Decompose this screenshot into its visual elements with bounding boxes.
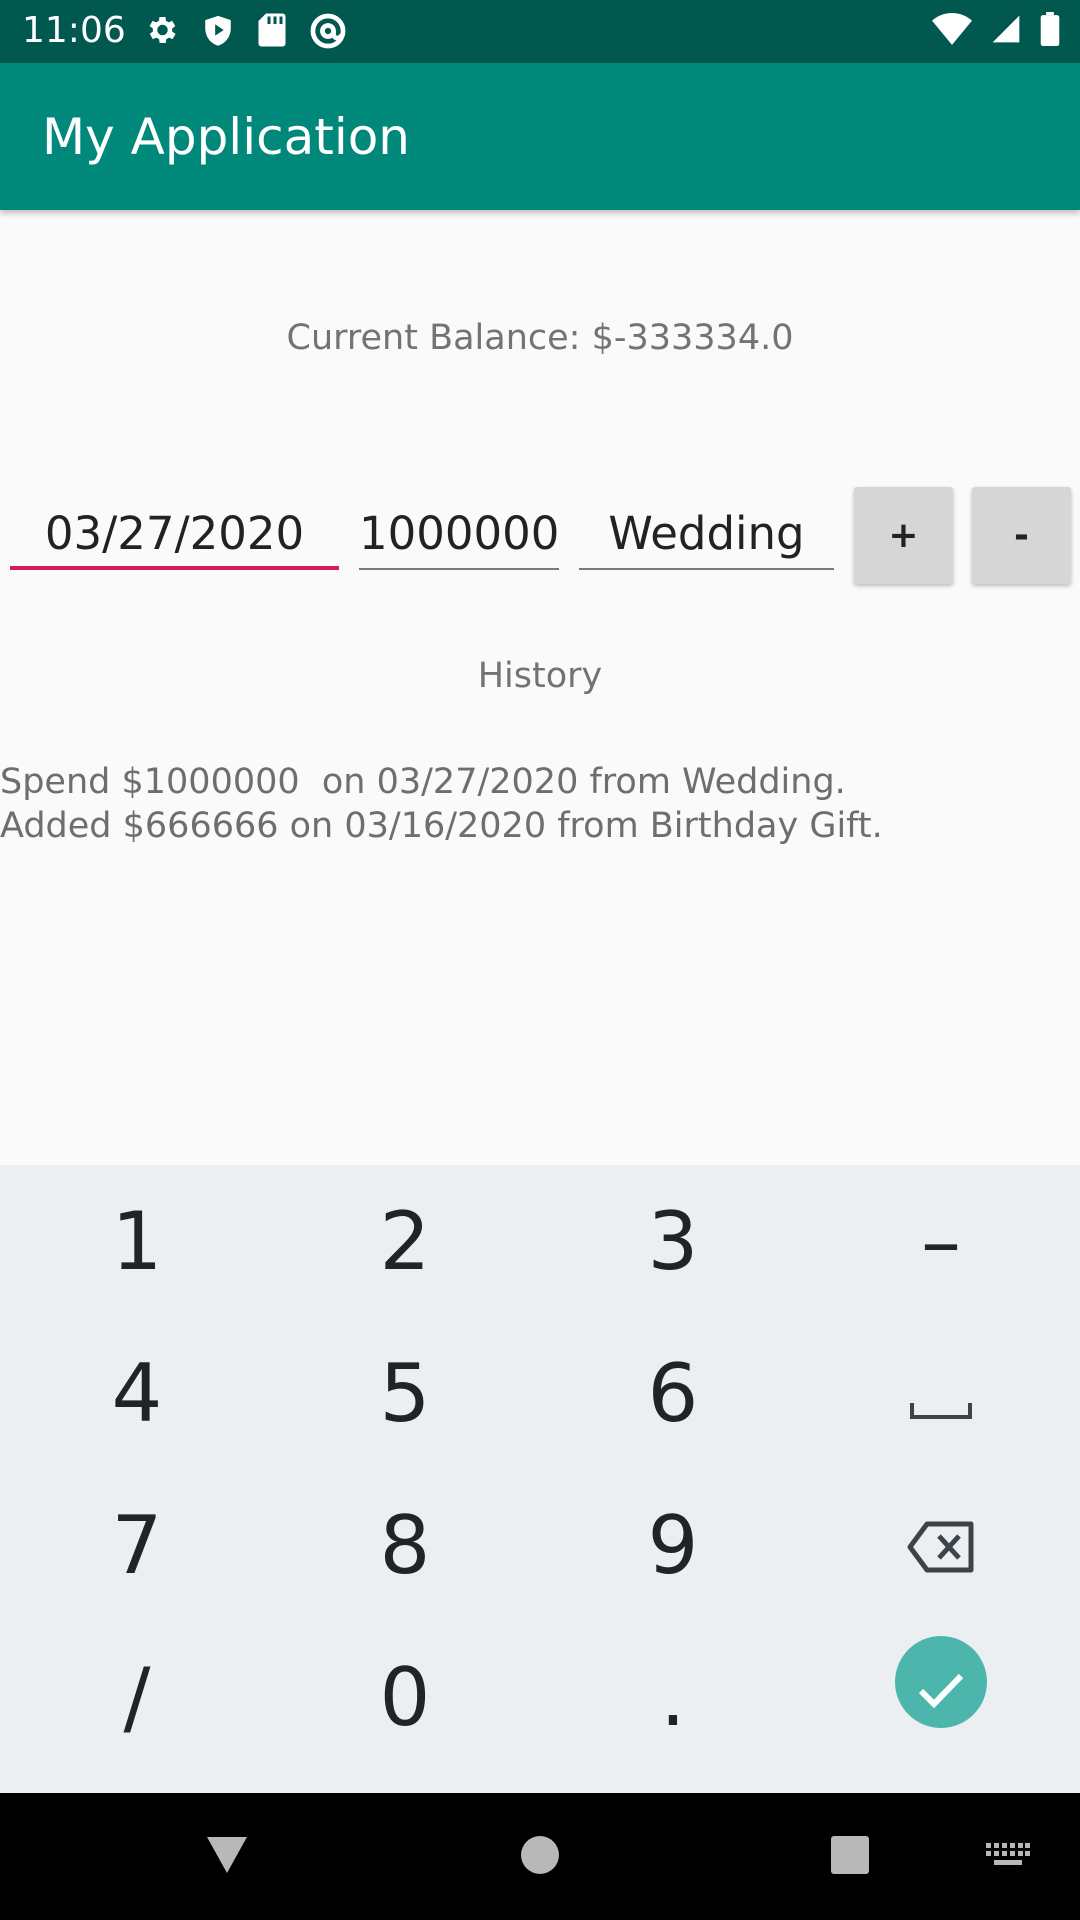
history-heading: History	[477, 656, 603, 696]
key-dash[interactable]: –	[806, 1165, 1076, 1317]
subtract-button[interactable]: -	[972, 487, 1071, 584]
key-backspace[interactable]	[806, 1469, 1076, 1621]
key-7[interactable]: 7	[2, 1469, 272, 1621]
history-item: Spend $1000000 on 03/27/2020 from Weddin…	[0, 762, 846, 802]
keyboard-switch-icon[interactable]	[986, 1843, 1030, 1873]
current-balance: Current Balance: $-333334.0	[286, 318, 794, 358]
enter-button[interactable]	[895, 1636, 987, 1728]
key-0[interactable]: 0	[270, 1621, 540, 1773]
cell-signal-icon	[990, 13, 1022, 49]
sd-card-icon	[257, 12, 287, 54]
navigation-bar	[0, 1793, 1080, 1920]
key-5[interactable]: 5	[270, 1317, 540, 1469]
amount-field[interactable]: 1000000	[359, 498, 559, 570]
shield-icon	[201, 12, 235, 54]
key-6[interactable]: 6	[538, 1317, 808, 1469]
key-space[interactable]	[806, 1317, 1076, 1469]
check-icon	[917, 1636, 965, 1729]
wifi-icon	[932, 13, 972, 49]
history-item: Added $666666 on 03/16/2020 from Birthda…	[0, 806, 883, 846]
key-1[interactable]: 1	[2, 1165, 272, 1317]
date-field[interactable]: 03/27/2020	[10, 498, 339, 570]
key-enter[interactable]	[806, 1606, 1076, 1758]
history-list: Spend $1000000 on 03/27/2020 from Weddin…	[0, 760, 883, 848]
status-time: 11:06	[22, 10, 126, 51]
key-8[interactable]: 8	[270, 1469, 540, 1621]
at-sign-icon	[309, 12, 347, 54]
settings-icon	[143, 12, 179, 54]
numeric-keyboard: 1 2 3 – 4 5 6 7 8 9 / 0 .	[0, 1165, 1080, 1793]
status-bar: 11:06	[0, 0, 1080, 63]
home-circle-icon[interactable]	[520, 1835, 560, 1879]
key-2[interactable]: 2	[270, 1165, 540, 1317]
key-9[interactable]: 9	[538, 1469, 808, 1621]
key-period[interactable]: .	[538, 1621, 808, 1773]
key-slash[interactable]: /	[2, 1621, 272, 1773]
note-field[interactable]: Wedding	[579, 498, 834, 570]
key-4[interactable]: 4	[2, 1317, 272, 1469]
battery-icon	[1040, 12, 1060, 50]
key-3[interactable]: 3	[538, 1165, 808, 1317]
add-button[interactable]: +	[854, 487, 953, 584]
recents-square-icon[interactable]	[830, 1835, 870, 1879]
app-bar: My Application	[0, 63, 1080, 210]
app-title: My Application	[42, 108, 410, 166]
backspace-icon	[907, 1499, 975, 1592]
back-triangle-icon[interactable]	[205, 1835, 249, 1879]
space-icon	[910, 1347, 972, 1440]
